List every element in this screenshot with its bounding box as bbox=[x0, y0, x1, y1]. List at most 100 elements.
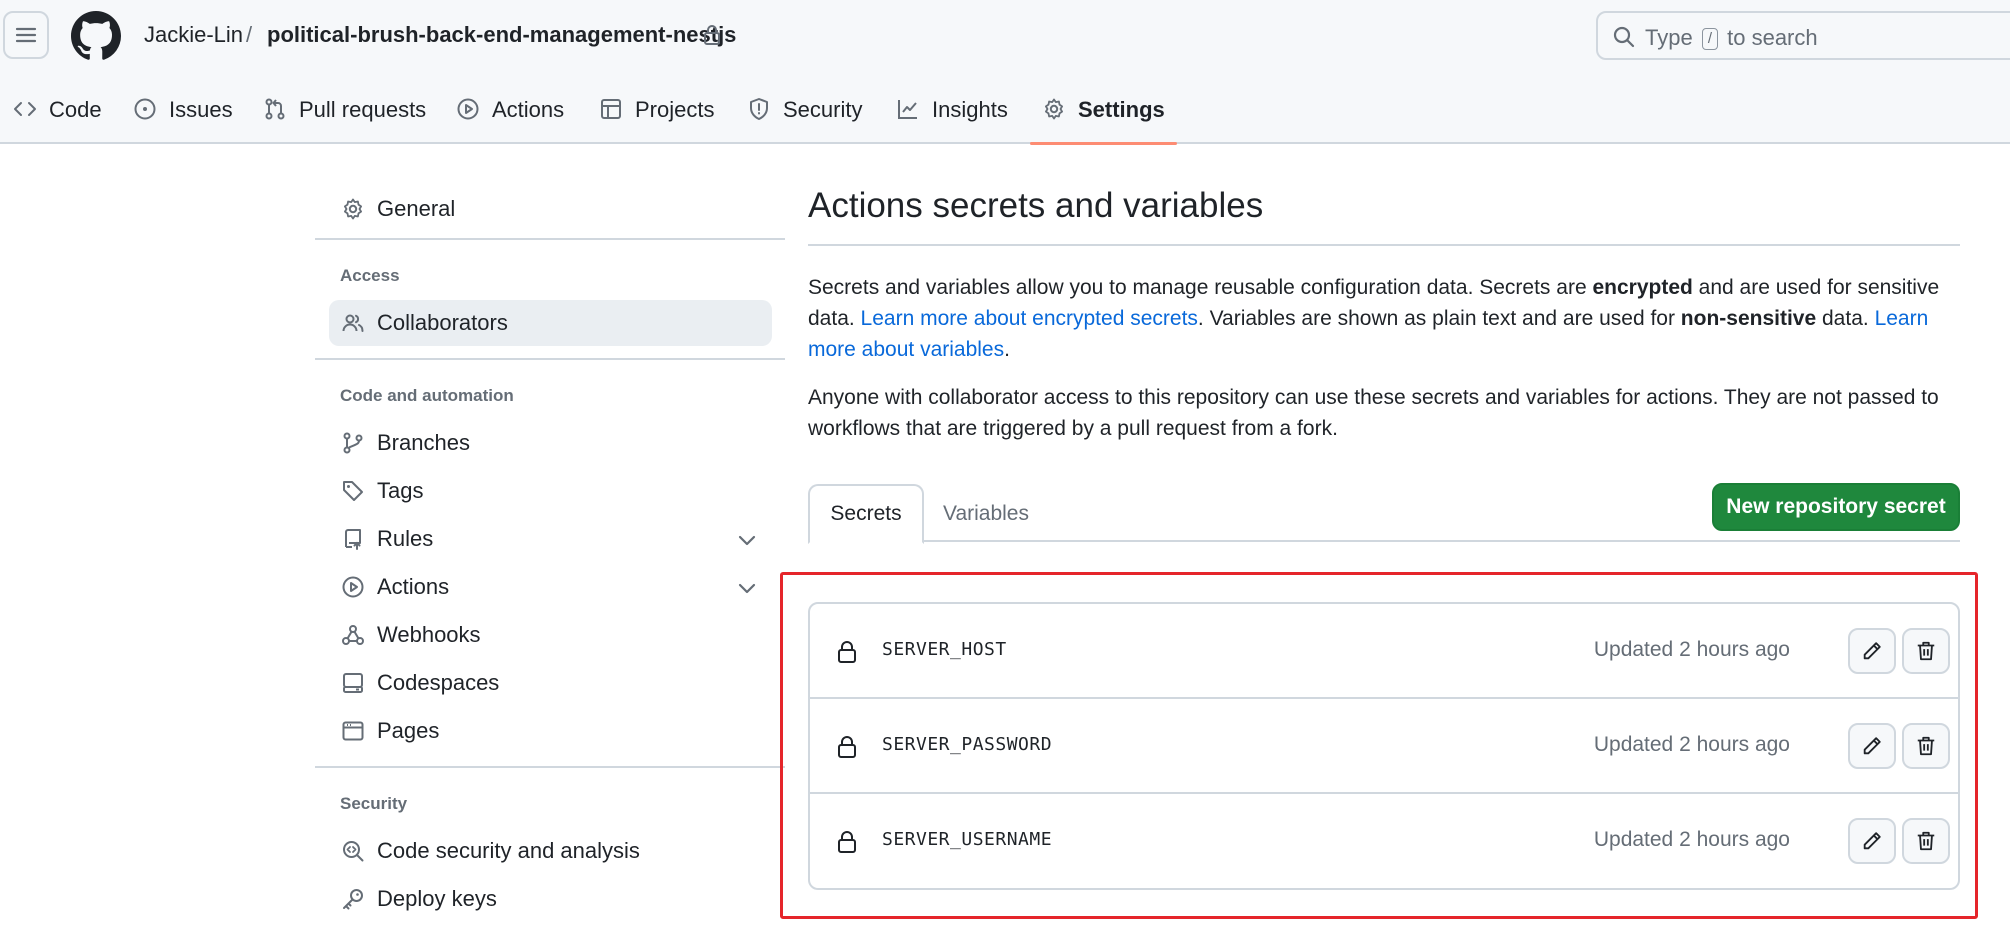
pencil-icon bbox=[1863, 737, 1881, 755]
delete-secret-button[interactable] bbox=[1902, 628, 1950, 674]
search-icon bbox=[1613, 26, 1635, 48]
pencil-icon bbox=[1863, 642, 1881, 660]
chevron-down-icon[interactable] bbox=[735, 528, 759, 552]
sidebar-heading-code-automation: Code and automation bbox=[340, 386, 514, 405]
people-icon bbox=[342, 314, 364, 332]
access-note-paragraph: Anyone with collaborator access to this … bbox=[808, 386, 1939, 440]
sidebar-item-tags[interactable]: Tags bbox=[329, 468, 785, 514]
sidebar-item-deploy-keys[interactable]: Deploy keys bbox=[329, 876, 785, 922]
shield-icon bbox=[750, 98, 768, 120]
key-icon bbox=[343, 889, 363, 910]
sidebar-item-rules[interactable]: Rules bbox=[329, 516, 785, 562]
sidebar-item-code-security[interactable]: Code security and analysis bbox=[329, 828, 785, 874]
search-placeholder: Type / to search bbox=[1645, 25, 1818, 50]
sidebar-item-label: General bbox=[377, 196, 456, 221]
sidebar-divider bbox=[315, 238, 785, 240]
codescan-icon bbox=[343, 841, 364, 862]
sidebar-heading-access: Access bbox=[340, 266, 400, 285]
sidebar-item-branches[interactable]: Branches bbox=[329, 420, 785, 466]
sidebar-item-general[interactable]: General bbox=[329, 186, 785, 232]
secret-updated-time: Updated 2 hours ago bbox=[1593, 828, 1790, 851]
lock-icon bbox=[838, 831, 856, 853]
table-icon bbox=[601, 99, 621, 119]
sidebar-item-label: Code security and analysis bbox=[377, 838, 640, 863]
sidebar-item-label: Actions bbox=[377, 574, 450, 599]
sidebar-item-collaborators[interactable]: Collaborators bbox=[329, 300, 772, 346]
tab-actions[interactable]: Actions bbox=[456, 85, 564, 144]
sidebar-divider bbox=[315, 358, 785, 360]
repo-owner-link[interactable]: Jackie-Lin bbox=[144, 22, 243, 48]
edit-secret-button[interactable] bbox=[1848, 628, 1896, 674]
lock-icon bbox=[838, 736, 856, 758]
edit-secret-button[interactable] bbox=[1848, 723, 1896, 769]
breadcrumb-separator: / bbox=[246, 22, 253, 47]
codespaces-icon bbox=[343, 673, 363, 693]
tab-settings[interactable]: Settings bbox=[1030, 85, 1177, 145]
tab-projects[interactable]: Projects bbox=[599, 85, 714, 144]
tab-variables[interactable]: Variables bbox=[930, 484, 1042, 544]
secret-row: SERVER_PASSWORD Updated 2 hours ago bbox=[810, 697, 1958, 792]
pull-request-icon bbox=[265, 98, 285, 120]
sidebar-item-label: Branches bbox=[377, 430, 470, 455]
github-logo-icon[interactable] bbox=[71, 11, 121, 61]
sidebar-divider bbox=[315, 766, 785, 768]
delete-secret-button[interactable] bbox=[1902, 723, 1950, 769]
sidebar-item-label: Tags bbox=[377, 478, 424, 503]
code-icon bbox=[14, 102, 36, 116]
private-lock-icon bbox=[704, 25, 720, 45]
sidebar-item-actions[interactable]: Actions bbox=[329, 564, 785, 610]
sidebar-item-codespaces[interactable]: Codespaces bbox=[329, 660, 785, 706]
repo-push-icon bbox=[345, 529, 361, 550]
sidebar-item-label: Webhooks bbox=[377, 622, 481, 647]
tab-pull-requests[interactable]: Pull requests bbox=[263, 85, 426, 144]
secrets-list: SERVER_HOST Updated 2 hours ago SERVER_P… bbox=[808, 602, 1960, 890]
trash-icon bbox=[1917, 831, 1935, 851]
hamburger-menu-button[interactable] bbox=[3, 11, 49, 59]
sidebar-item-label: Codespaces bbox=[377, 670, 500, 695]
sidebar-item-label: Pages bbox=[377, 718, 440, 743]
secret-row: SERVER_HOST Updated 2 hours ago bbox=[810, 604, 1958, 699]
sidebar-item-webhooks[interactable]: Webhooks bbox=[329, 612, 785, 658]
trash-icon bbox=[1917, 641, 1935, 661]
trash-icon bbox=[1917, 736, 1935, 756]
sidebar-item-label: Deploy keys bbox=[377, 886, 497, 911]
secret-name: SERVER_USERNAME bbox=[882, 829, 1053, 850]
tab-secrets[interactable]: Secrets bbox=[808, 484, 924, 544]
sidebar-item-pages[interactable]: Pages bbox=[329, 708, 785, 754]
play-icon bbox=[457, 98, 479, 120]
hamburger-icon bbox=[15, 27, 37, 43]
tab-issues[interactable]: Issues bbox=[133, 85, 233, 144]
intro-paragraph: Secrets and variables allow you to manag… bbox=[808, 276, 1940, 361]
chevron-down-icon[interactable] bbox=[735, 576, 759, 600]
sidebar-item-label: Collaborators bbox=[377, 310, 508, 335]
settings-sidebar: General Access Collaborators Code and au… bbox=[315, 144, 785, 938]
sidebar-heading-security: Security bbox=[340, 794, 408, 813]
tab-code[interactable]: Code bbox=[13, 85, 102, 144]
repo-name-link[interactable]: political-brush-back-end-management-nest… bbox=[267, 22, 736, 48]
search-shortcut-key: / bbox=[1701, 28, 1718, 50]
learn-more-secrets-link[interactable]: Learn more about encrypted secrets bbox=[861, 307, 1198, 330]
gear-icon bbox=[344, 198, 362, 220]
new-repository-secret-button[interactable]: New repository secret bbox=[1712, 483, 1960, 531]
tab-security[interactable]: Security bbox=[747, 85, 862, 144]
secret-name: SERVER_HOST bbox=[882, 639, 1007, 660]
tag-icon bbox=[343, 481, 363, 501]
graph-icon bbox=[898, 100, 917, 119]
delete-secret-button[interactable] bbox=[1902, 818, 1950, 864]
tab-insights[interactable]: Insights bbox=[896, 85, 1008, 144]
page-title: Actions secrets and variables bbox=[808, 186, 1264, 225]
browser-icon bbox=[342, 721, 364, 741]
pencil-icon bbox=[1863, 832, 1881, 850]
branch-icon bbox=[343, 432, 363, 454]
edit-secret-button[interactable] bbox=[1848, 818, 1896, 864]
webhook-icon bbox=[342, 625, 364, 645]
lock-icon bbox=[838, 641, 856, 663]
search-input[interactable]: Type / to search bbox=[1596, 11, 2010, 60]
secret-name: SERVER_PASSWORD bbox=[882, 734, 1053, 755]
issue-icon bbox=[134, 98, 156, 120]
secret-updated-time: Updated 2 hours ago bbox=[1593, 733, 1790, 756]
sidebar-item-label: Rules bbox=[377, 526, 434, 551]
repo-header: Jackie-Lin / political-brush-back-end-ma… bbox=[0, 0, 2010, 145]
secret-updated-time: Updated 2 hours ago bbox=[1593, 638, 1790, 661]
title-divider bbox=[808, 244, 1960, 246]
